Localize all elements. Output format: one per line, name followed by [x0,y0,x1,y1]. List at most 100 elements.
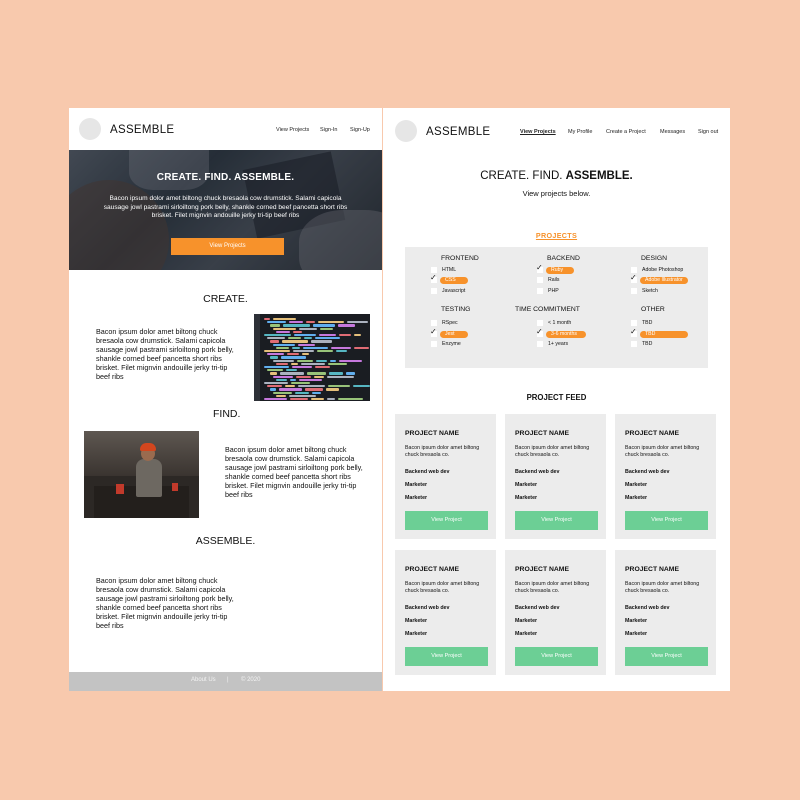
project-role: Marketer [625,495,648,501]
hero-banner: CREATE. FIND. ASSEMBLE. Bacon ipsum dolo… [69,150,382,270]
project-card: PROJECT NAME Bacon ipsum dolor amet bilto… [615,414,716,539]
filter-heading: TIME COMMITMENT [515,306,580,313]
checkmark-icon: ✓ [630,327,637,336]
view-project-button[interactable]: View Project [625,511,708,530]
project-card: PROJECT NAME Bacon ipsum dolor amet bilto… [395,550,496,675]
project-card: PROJECT NAME Bacon ipsum dolor amet bilto… [615,550,716,675]
project-role: Backend web dev [625,469,670,475]
landing-navbar: ASSEMBLE View Projects Sign-In Sign-Up [69,108,382,150]
filter-option-label-selected: Jest [440,330,468,338]
checkbox[interactable] [431,320,437,326]
project-role: Marketer [515,618,538,624]
hero-view-projects-button[interactable]: View Projects [171,238,284,255]
project-description: Bacon ipsum dolor amet biltong chuck bre… [515,581,590,594]
filter-heading: DESIGN [641,255,668,262]
checkbox[interactable] [537,288,543,294]
checkbox[interactable] [537,320,543,326]
section-text-assemble: Bacon ipsum dolor amet biltong chuck bre… [96,576,234,630]
view-project-button[interactable]: View Project [405,511,488,530]
checkmark-icon: ✓ [536,263,543,272]
nav-sign-up[interactable]: Sign-Up [350,127,370,133]
brand-name[interactable]: ASSEMBLE [426,126,490,138]
section-title-find: FIND. [213,408,241,420]
projects-page: ASSEMBLE View Projects My Profile Create… [383,108,730,691]
filter-option-label-selected: Ruby [546,266,574,274]
project-card: PROJECT NAME Bacon ipsum dolor amet bilto… [505,550,606,675]
checkbox[interactable] [431,288,437,294]
project-name: PROJECT NAME [625,566,680,573]
filter-option-label-selected: TBD [640,330,688,338]
nav-sign-in[interactable]: Sign-In [320,127,337,133]
project-name: PROJECT NAME [405,566,460,573]
filter-option-label: TBD [642,341,653,347]
filter-option-label: PHP [548,288,559,294]
filter-option-label: Sketch [642,288,658,294]
filter-option-label: RSpec [442,320,458,326]
nav-view-projects[interactable]: View Projects [276,127,309,133]
filter-option-label-selected: Adobe Illustrator [640,276,688,284]
filter-heading: TESTING [441,306,471,313]
footer: About Us | © 2020 [69,672,382,691]
page-title: CREATE. FIND. ASSEMBLE. [383,170,730,182]
nav-sign-out[interactable]: Sign out [698,129,718,135]
project-role: Marketer [515,495,538,501]
projects-navbar: ASSEMBLE View Projects My Profile Create… [383,108,730,150]
checkmark-icon: ✓ [430,327,437,336]
filter-option-label: Rails [548,277,560,283]
checkbox[interactable] [537,341,543,347]
code-screen-image [254,314,370,401]
project-role: Backend web dev [405,469,450,475]
checkmark-icon: ✓ [430,273,437,282]
project-description: Bacon ipsum dolor amet biltong chuck bre… [405,581,480,594]
project-role: Backend web dev [515,605,560,611]
checkbox[interactable] [631,320,637,326]
project-card: PROJECT NAME Bacon ipsum dolor amet bilto… [505,414,606,539]
project-role: Marketer [405,482,428,488]
view-project-button[interactable]: View Project [515,647,598,666]
project-feed-title: PROJECT FEED [526,393,587,402]
nav-my-profile[interactable]: My Profile [568,129,592,135]
project-description: Bacon ipsum dolor amet biltong chuck bre… [405,445,480,458]
project-role: Marketer [515,482,538,488]
brand-name[interactable]: ASSEMBLE [110,124,174,136]
project-name: PROJECT NAME [515,566,570,573]
filter-option-label: < 1 month [548,320,572,326]
projects-tab[interactable]: PROJECTS [383,231,730,240]
project-role: Backend web dev [625,605,670,611]
filter-option-label: Enzyme [442,341,461,347]
person-at-table-image [84,431,199,518]
view-project-button[interactable]: View Project [625,647,708,666]
checkbox[interactable] [631,288,637,294]
project-role: Backend web dev [515,469,560,475]
hero-text: Bacon ipsum dolor amet biltong chuck bre… [103,195,348,219]
checkbox[interactable] [537,277,543,283]
filter-panel: FRONTEND HTML ✓ CSS Javascript BACKEND ✓ Ruby Ra… [405,247,708,368]
page-subtitle: View projects below. [522,189,591,198]
nav-create-project[interactable]: Create a Project [606,129,646,135]
project-card: PROJECT NAME Bacon ipsum dolor amet bilto… [395,414,496,539]
project-role: Marketer [405,631,428,637]
landing-page: ASSEMBLE View Projects Sign-In Sign-Up C… [69,108,382,691]
nav-messages[interactable]: Messages [660,129,685,135]
nav-view-projects[interactable]: View Projects [520,129,556,135]
project-role: Marketer [405,618,428,624]
checkbox[interactable] [631,341,637,347]
filter-option-label: 1+ years [548,341,569,347]
view-project-button[interactable]: View Project [515,511,598,530]
logo-icon[interactable] [395,120,417,142]
logo-icon[interactable] [79,118,101,140]
footer-separator: | [227,677,229,683]
filter-option-label-selected: CSS [440,276,468,284]
checkmark-icon: ✓ [630,273,637,282]
checkbox[interactable] [431,341,437,347]
page-title-plain: CREATE. FIND. [480,170,563,182]
filter-option-label: Javascript [442,288,466,294]
project-role: Backend web dev [405,605,450,611]
footer-about-link[interactable]: About Us [191,677,216,683]
view-project-button[interactable]: View Project [405,647,488,666]
filter-heading: OTHER [641,306,665,313]
filter-option-label: HTML [442,267,457,273]
project-description: Bacon ipsum dolor amet biltong chuck bre… [625,445,700,458]
checkmark-icon: ✓ [536,327,543,336]
footer-copyright: © 2020 [241,677,261,683]
